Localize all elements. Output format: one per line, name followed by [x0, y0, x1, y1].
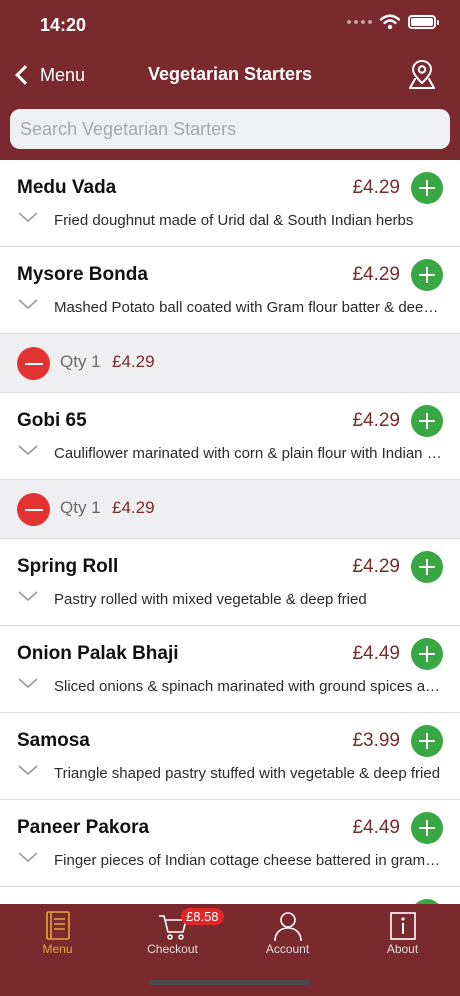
chevron-down-icon[interactable] [18, 297, 38, 311]
cart-quantity-row: Qty 1 £4.29 [0, 334, 460, 393]
status-time: 14:20 [40, 15, 87, 35]
chevron-down-icon[interactable] [18, 676, 38, 690]
item-name: Samosa [17, 730, 90, 751]
quantity-label: Qty 1 [60, 498, 101, 517]
add-button[interactable] [411, 812, 443, 844]
item-description: Sliced onions & spinach marinated with g… [54, 678, 444, 695]
wifi-icon [380, 14, 400, 30]
cart-quantity-row: Qty 1 £4.29 [0, 480, 460, 539]
item-name: Gobi 65 [17, 410, 87, 431]
quantity-price: £4.29 [112, 498, 155, 517]
item-price: £4.29 [352, 410, 400, 431]
item-description: Finger pieces of Indian cottage cheese b… [54, 852, 444, 869]
item-description: Fried doughnut made of Urid dal & South … [54, 212, 414, 229]
item-price: £4.29 [352, 264, 400, 285]
item-price: £4.29 [352, 177, 400, 198]
tab-account-label: Account [265, 942, 310, 956]
battery-icon [408, 15, 439, 29]
add-button[interactable] [411, 638, 443, 670]
menu-book-icon [45, 911, 70, 940]
quantity-label: Qty 1 [60, 352, 101, 371]
item-price: £4.49 [352, 643, 400, 664]
list-item[interactable]: Gobi 65 £4.29 Cauliflower marinated with… [0, 393, 460, 480]
list-item[interactable]: Onion Palak Bhaji £4.49 Sliced onions & … [0, 626, 460, 713]
header: 14:20 Menu Vegetarian Starters [0, 0, 460, 160]
chevron-down-icon[interactable] [18, 763, 38, 777]
status-icons [347, 14, 439, 30]
add-button[interactable] [411, 551, 443, 583]
item-name: Mysore Bonda [17, 264, 148, 285]
item-name: Onion Palak Bhaji [17, 643, 179, 664]
list-item[interactable]: Spring Roll £4.29 Pastry rolled with mix… [0, 539, 460, 626]
item-price: £3.99 [352, 730, 400, 751]
add-button[interactable] [411, 405, 443, 437]
info-icon [389, 912, 416, 940]
item-description: Mashed Potato ball coated with Gram flou… [54, 299, 444, 316]
back-button[interactable]: Menu [12, 60, 85, 90]
item-description: Triangle shaped pastry stuffed with vege… [54, 765, 441, 782]
tab-about-label: About [386, 942, 419, 956]
list-item[interactable]: Mysore Bonda £4.29 Mashed Potato ball co… [0, 247, 460, 334]
chevron-down-icon[interactable] [18, 443, 38, 457]
cart-total-badge: £8.58 [181, 908, 224, 925]
back-button-label: Menu [40, 64, 86, 85]
chevron-down-icon[interactable] [18, 210, 38, 224]
tab-menu[interactable]: Menu [0, 904, 115, 974]
remove-button[interactable] [17, 347, 50, 380]
tab-account[interactable]: Account [230, 904, 345, 974]
search-input[interactable] [20, 118, 400, 140]
add-button[interactable] [411, 259, 443, 291]
list-item[interactable]: Samosa £3.99 Triangle shaped pastry stuf… [0, 713, 460, 800]
add-button[interactable] [411, 172, 443, 204]
item-name: Spring Roll [17, 556, 119, 577]
home-indicator [149, 980, 311, 985]
list-item[interactable]: Paneer Pakora £4.49 Finger pieces of Ind… [0, 800, 460, 887]
quantity-price: £4.29 [112, 352, 155, 371]
item-price: £4.29 [352, 556, 400, 577]
tab-checkout[interactable]: £8.58 Checkout [115, 904, 230, 974]
tab-menu-label: Menu [42, 942, 73, 956]
chevron-down-icon[interactable] [18, 850, 38, 864]
remove-button[interactable] [17, 493, 50, 526]
add-button[interactable] [411, 725, 443, 757]
chevron-left-icon [15, 65, 35, 85]
item-name: Paneer Pakora [17, 817, 150, 838]
menu-list: Medu Vada £4.29 Fried doughnut made of U… [0, 160, 460, 974]
item-name: Medu Vada [17, 177, 117, 198]
tab-checkout-label: Checkout [147, 942, 198, 956]
item-description: Pastry rolled with mixed vegetable & dee… [54, 591, 367, 608]
chevron-down-icon[interactable] [18, 589, 38, 603]
search-bar[interactable] [10, 109, 450, 149]
item-description: Cauliflower marinated with corn & plain … [54, 445, 444, 462]
location-pin-icon[interactable] [408, 58, 436, 90]
signal-icon [347, 20, 372, 24]
account-icon [273, 912, 302, 942]
tab-about[interactable]: About [345, 904, 460, 974]
item-price: £4.49 [352, 817, 400, 838]
list-item[interactable]: Medu Vada £4.29 Fried doughnut made of U… [0, 160, 460, 247]
